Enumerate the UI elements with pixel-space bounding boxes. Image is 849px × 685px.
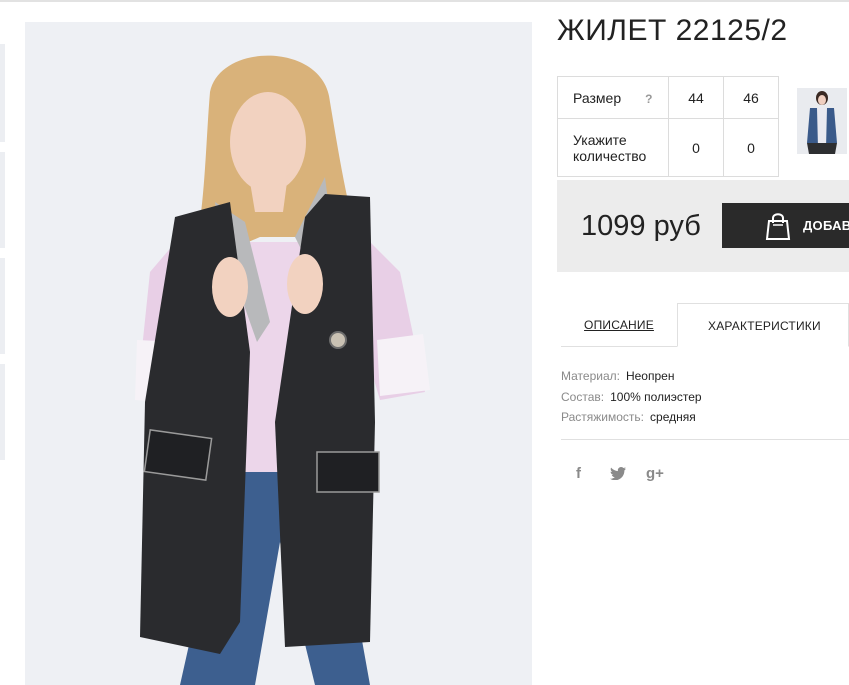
- spec-key: Растяжимость:: [561, 410, 645, 424]
- spec-row-composition: Состав: 100% полиэстер: [561, 387, 702, 408]
- add-to-cart-label: ДОБАВИТЬ: [803, 218, 849, 233]
- size-label: Размер: [573, 89, 622, 106]
- gallery-thumbnail[interactable]: [0, 364, 5, 460]
- spec-key: Материал:: [561, 369, 620, 383]
- quantity-label: Укажите количество: [557, 118, 669, 177]
- alt-photo-illustration: [797, 88, 847, 154]
- product-photo[interactable]: [25, 22, 532, 685]
- gallery-thumbnail[interactable]: [0, 258, 5, 354]
- google-plus-icon[interactable]: g+: [646, 465, 664, 482]
- size-option[interactable]: 44: [668, 76, 724, 119]
- twitter-icon[interactable]: [609, 467, 626, 484]
- product-title: ЖИЛЕТ 22125/2: [557, 14, 788, 47]
- spec-row-material: Материал: Неопрен: [561, 366, 702, 387]
- size-option[interactable]: 46: [723, 76, 779, 119]
- size-help-icon[interactable]: ?: [645, 92, 652, 106]
- product-photo-illustration: [25, 22, 532, 685]
- product-tabs: ОПИСАНИЕ ХАРАКТЕРИСТИКИ: [561, 303, 849, 347]
- price-panel: 1099 руб ДОБАВИТЬ: [557, 180, 849, 272]
- tab-description[interactable]: ОПИСАНИЕ: [561, 303, 677, 347]
- quantity-field[interactable]: 0: [668, 118, 724, 177]
- tab-specs[interactable]: ХАРАКТЕРИСТИКИ: [677, 303, 849, 347]
- facebook-icon[interactable]: f: [576, 465, 581, 482]
- tab-divider: [561, 346, 677, 347]
- gallery-thumbnail[interactable]: [0, 152, 5, 248]
- specs-list: Материал: Неопрен Состав: 100% полиэстер Р…: [561, 366, 702, 428]
- section-divider: [561, 439, 849, 440]
- size-label-cell: Размер?: [557, 76, 669, 119]
- spec-row-stretch: Растяжимость: средняя: [561, 407, 702, 428]
- product-price: 1099 руб: [581, 210, 701, 242]
- spec-value: Неопрен: [625, 369, 675, 383]
- thumbnail-strip: [0, 44, 5, 470]
- size-table: Размер? 44 46 Укажите количество 0 0: [557, 76, 779, 177]
- shopping-bag-icon: [764, 211, 792, 244]
- gallery-thumbnail[interactable]: [0, 44, 5, 142]
- spec-value: 100% полиэстер: [610, 389, 702, 404]
- top-border: [0, 0, 849, 2]
- spec-key: Состав:: [561, 389, 605, 404]
- alt-photo-thumbnail[interactable]: [797, 88, 847, 154]
- spec-value: средняя: [650, 410, 696, 424]
- add-to-cart-button[interactable]: ДОБАВИТЬ: [722, 203, 849, 248]
- quantity-field[interactable]: 0: [723, 118, 779, 177]
